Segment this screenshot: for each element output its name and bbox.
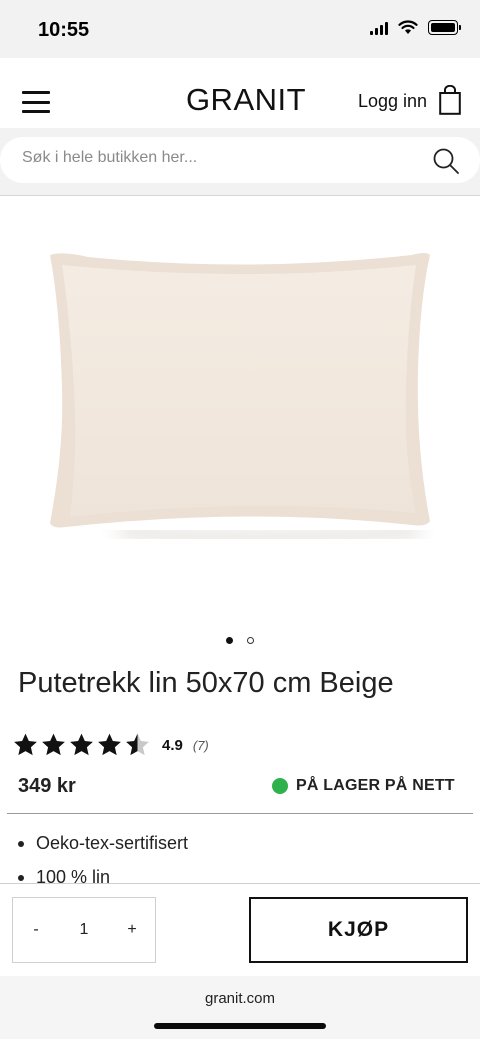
- site-header: GRANIT Logg inn: [0, 58, 480, 128]
- star-icon: [42, 733, 65, 756]
- star-icon: [14, 733, 37, 756]
- star-icon: [70, 733, 93, 756]
- rating-value: 4.9: [162, 736, 183, 754]
- divider: [7, 813, 473, 814]
- quantity-value[interactable]: 1: [59, 921, 109, 939]
- search-input[interactable]: [22, 149, 402, 167]
- battery-icon: [428, 20, 461, 35]
- pillow-image: [50, 253, 430, 539]
- url-text[interactable]: granit.com: [0, 990, 480, 1007]
- gallery-dot-1[interactable]: [226, 637, 233, 644]
- stock-indicator-icon: [272, 778, 288, 794]
- login-link[interactable]: Logg inn: [358, 91, 427, 112]
- buy-button[interactable]: KJØP: [249, 897, 468, 963]
- gallery-dot-2[interactable]: [247, 637, 254, 644]
- shopping-bag-icon[interactable]: [439, 85, 461, 115]
- cellular-signal-icon: [370, 21, 388, 35]
- stock-label: PÅ LAGER PÅ NETT: [296, 777, 455, 794]
- half-star-icon: [126, 733, 149, 756]
- wifi-icon: [398, 20, 418, 34]
- star-icon: [98, 733, 121, 756]
- product-title: Putetrekk lin 50x70 cm Beige: [18, 667, 394, 699]
- buy-bar: - 1 + KJØP: [0, 883, 480, 976]
- rating-count[interactable]: (7): [193, 738, 209, 753]
- status-icons: [370, 20, 461, 35]
- search-icon[interactable]: [432, 147, 460, 175]
- gallery-pagination: [0, 637, 480, 644]
- product-price: 349 kr: [18, 775, 76, 797]
- home-indicator[interactable]: [154, 1023, 326, 1029]
- quantity-stepper: - 1 +: [12, 897, 156, 963]
- rating-stars: [12, 732, 151, 758]
- browser-url-bar: granit.com: [0, 976, 480, 1039]
- status-time: 10:55: [38, 19, 90, 41]
- increase-quantity-button[interactable]: +: [109, 921, 155, 939]
- status-bar: 10:55: [0, 0, 480, 58]
- product-rating[interactable]: 4.9 (7): [12, 732, 209, 758]
- search-box: [0, 137, 480, 183]
- search-bar: [0, 128, 480, 196]
- decrease-quantity-button[interactable]: -: [13, 921, 59, 939]
- feature-item: Oeko-tex-sertifisert: [18, 832, 188, 866]
- product-image-gallery[interactable]: [0, 197, 480, 657]
- stock-status: PÅ LAGER PÅ NETT: [272, 777, 455, 795]
